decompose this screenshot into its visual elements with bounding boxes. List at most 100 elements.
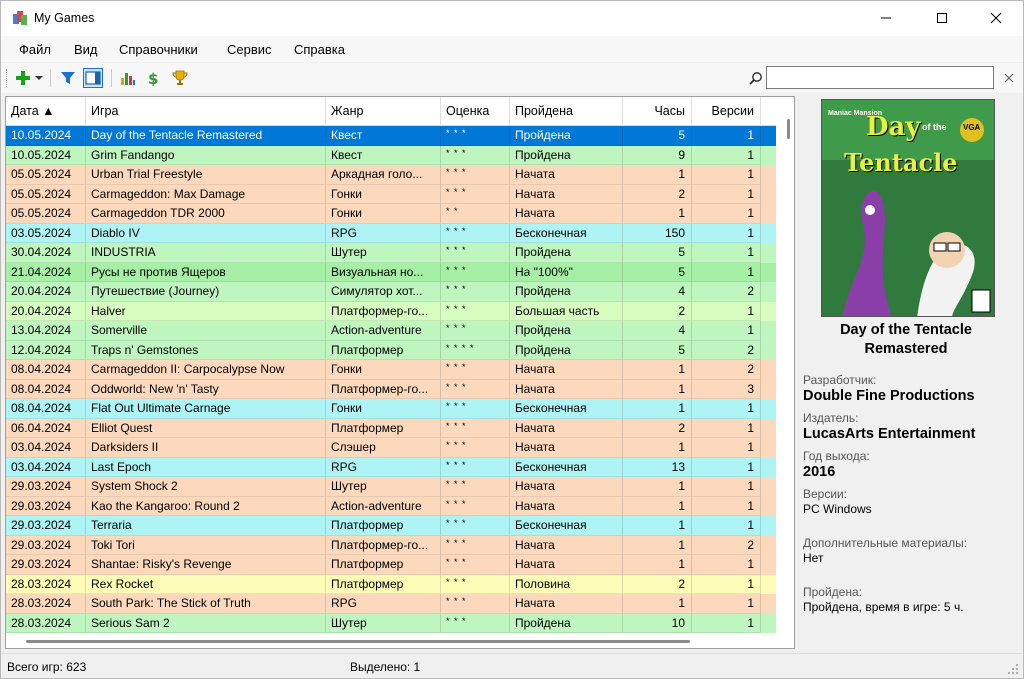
table-row[interactable]: 03.05.2024 Diablo IV RPG * * * Бесконечная 15… [6, 223, 776, 243]
year-label: Год выхода: [803, 449, 870, 463]
add-game-button[interactable] [13, 68, 33, 88]
cell-hours: 5 [623, 340, 692, 360]
cell-versions: 3 [692, 379, 761, 399]
cell-status: На "100%" [510, 262, 623, 282]
close-button[interactable] [973, 1, 1019, 35]
clear-search-button[interactable] [999, 68, 1019, 88]
cell-date: 10.05.2024 [6, 145, 86, 165]
table-row[interactable]: 05.05.2024 Urban Trial Freestyle Аркадная … [6, 165, 776, 185]
search-icon [746, 68, 766, 88]
close-icon [1004, 73, 1014, 83]
cell-genre: RPG [326, 457, 441, 477]
cell-hours: 10 [623, 613, 692, 633]
table-row[interactable]: 28.03.2024 South Park: The Stick of Truth… [6, 594, 776, 614]
cell-versions: 2 [692, 282, 761, 302]
cell-genre: Гонки [326, 204, 441, 224]
add-menu-dropdown[interactable] [33, 68, 45, 88]
table-row[interactable]: 20.04.2024 Halver Платформер-го... * * * Бол… [6, 301, 776, 321]
cell-hours: 4 [623, 321, 692, 341]
vertical-scrollbar[interactable] [781, 97, 794, 648]
selected-count: Выделено: 1 [350, 660, 421, 674]
table-row[interactable]: 28.03.2024 Rex Rocket Платформер * * * Полов… [6, 574, 776, 594]
minimize-button[interactable] [863, 1, 909, 35]
column-header-genre[interactable]: Жанр [326, 97, 441, 126]
table-row[interactable]: 05.05.2024 Carmageddon TDR 2000 Гонки * * На… [6, 204, 776, 224]
statistics-button[interactable] [118, 68, 138, 88]
cell-game: Kao the Kangaroo: Round 2 [86, 496, 326, 516]
table-row[interactable]: 10.05.2024 Grim Fandango Квест * * * Пройден… [6, 145, 776, 165]
cell-status: Начата [510, 360, 623, 380]
cell-date: 29.03.2024 [6, 477, 86, 497]
table-row[interactable]: 08.04.2024 Flat Out Ultimate Carnage Гонки… [6, 399, 776, 419]
versions-label: Версии: [803, 487, 848, 501]
table-row[interactable]: 12.04.2024 Traps n' Gemstones Платформер * … [6, 340, 776, 360]
table-row[interactable]: 29.03.2024 System Shock 2 Шутер * * * Начата… [6, 477, 776, 497]
table-row[interactable]: 21.04.2024 Русы не против Ящеров Визуальна… [6, 262, 776, 282]
column-header-game[interactable]: Игра [86, 97, 326, 126]
cell-versions: 1 [692, 574, 761, 594]
menu-service[interactable]: Сервис [227, 42, 272, 57]
menu-references[interactable]: Справочники [119, 42, 198, 57]
table-row[interactable]: 05.05.2024 Carmageddon: Max Damage Гонки * … [6, 184, 776, 204]
cell-genre: Платформер-го... [326, 379, 441, 399]
table-row[interactable]: 28.03.2024 Serious Sam 2 Шутер * * * Пройден… [6, 613, 776, 633]
menu-view[interactable]: Вид [74, 42, 98, 57]
achievements-button[interactable] [170, 68, 190, 88]
cell-versions: 1 [692, 321, 761, 341]
resize-grip-icon[interactable] [1007, 663, 1019, 675]
maximize-button[interactable] [919, 1, 965, 35]
toolbar-separator [50, 69, 51, 87]
cell-versions: 1 [692, 613, 761, 633]
games-grid[interactable]: Дата ▲ Игра Жанр Оценка Пройдена Часы Ве… [5, 96, 795, 649]
table-row[interactable]: 10.05.2024 Day of the Tentacle Remastered… [6, 126, 776, 146]
title-bar: My Games [1, 1, 1023, 36]
cell-status: Пройдена [510, 243, 623, 263]
app-icon [13, 11, 27, 25]
cell-hours: 5 [623, 262, 692, 282]
cell-date: 29.03.2024 [6, 516, 86, 536]
horizontal-scrollbar[interactable] [6, 633, 781, 648]
table-row[interactable]: 13.04.2024 Somerville Action-adventure * * … [6, 321, 776, 341]
cell-game: Русы не против Ящеров [86, 262, 326, 282]
search-input[interactable] [766, 66, 994, 89]
table-row[interactable]: 29.03.2024 Terraria Платформер * * * Бесконе… [6, 516, 776, 536]
filter-button[interactable] [58, 68, 78, 88]
cell-rating: * * * [441, 477, 510, 497]
table-row[interactable]: 08.04.2024 Carmageddon II: Carpocalypse N… [6, 360, 776, 380]
cell-game: Путешествие (Journey) [86, 282, 326, 302]
cell-date: 08.04.2024 [6, 360, 86, 380]
cell-versions: 1 [692, 477, 761, 497]
table-row[interactable]: 03.04.2024 Darksiders II Слэшер * * * Начата… [6, 438, 776, 458]
menu-file[interactable]: Файл [19, 42, 51, 57]
column-header-date[interactable]: Дата ▲ [6, 97, 86, 126]
table-row[interactable]: 20.04.2024 Путешествие (Journey) Симулятор… [6, 282, 776, 302]
table-row[interactable]: 08.04.2024 Oddworld: New 'n' Tasty Платфор… [6, 379, 776, 399]
table-row[interactable]: 29.03.2024 Kao the Kangaroo: Round 2 Actio… [6, 496, 776, 516]
menu-help[interactable]: Справка [294, 42, 345, 57]
cell-versions: 2 [692, 340, 761, 360]
column-header-rating[interactable]: Оценка [441, 97, 510, 126]
cell-genre: Шутер [326, 477, 441, 497]
column-header-versions[interactable]: Версии [692, 97, 761, 126]
cell-status: Бесконечная [510, 516, 623, 536]
details-panel-toggle[interactable] [83, 68, 103, 88]
developer-label: Разработчик: [803, 373, 877, 387]
cell-hours: 1 [623, 496, 692, 516]
cell-hours: 5 [623, 243, 692, 263]
cell-date: 13.04.2024 [6, 321, 86, 341]
table-row[interactable]: 29.03.2024 Toki Tori Платформер-го... * * *… [6, 535, 776, 555]
prices-button[interactable]: $ [143, 68, 163, 88]
column-header-status[interactable]: Пройдена [510, 97, 623, 126]
table-row[interactable]: 29.03.2024 Shantae: Risky's Revenge Платфо… [6, 555, 776, 575]
cell-genre: Квест [326, 145, 441, 165]
cell-versions: 1 [692, 204, 761, 224]
horizontal-scroll-thumb[interactable] [26, 640, 690, 643]
table-row[interactable]: 03.04.2024 Last Epoch RPG * * * Бесконечная 1… [6, 457, 776, 477]
table-row[interactable]: 30.04.2024 INDUSTRIA Шутер * * * Пройдена 5 1 [6, 243, 776, 263]
cell-rating: * * * [441, 145, 510, 165]
vertical-scroll-thumb[interactable] [787, 119, 790, 139]
column-header-hours[interactable]: Часы [623, 97, 692, 126]
cell-date: 30.04.2024 [6, 243, 86, 263]
cell-date: 29.03.2024 [6, 496, 86, 516]
table-row[interactable]: 06.04.2024 Elliot Quest Платформер * * * Нач… [6, 418, 776, 438]
